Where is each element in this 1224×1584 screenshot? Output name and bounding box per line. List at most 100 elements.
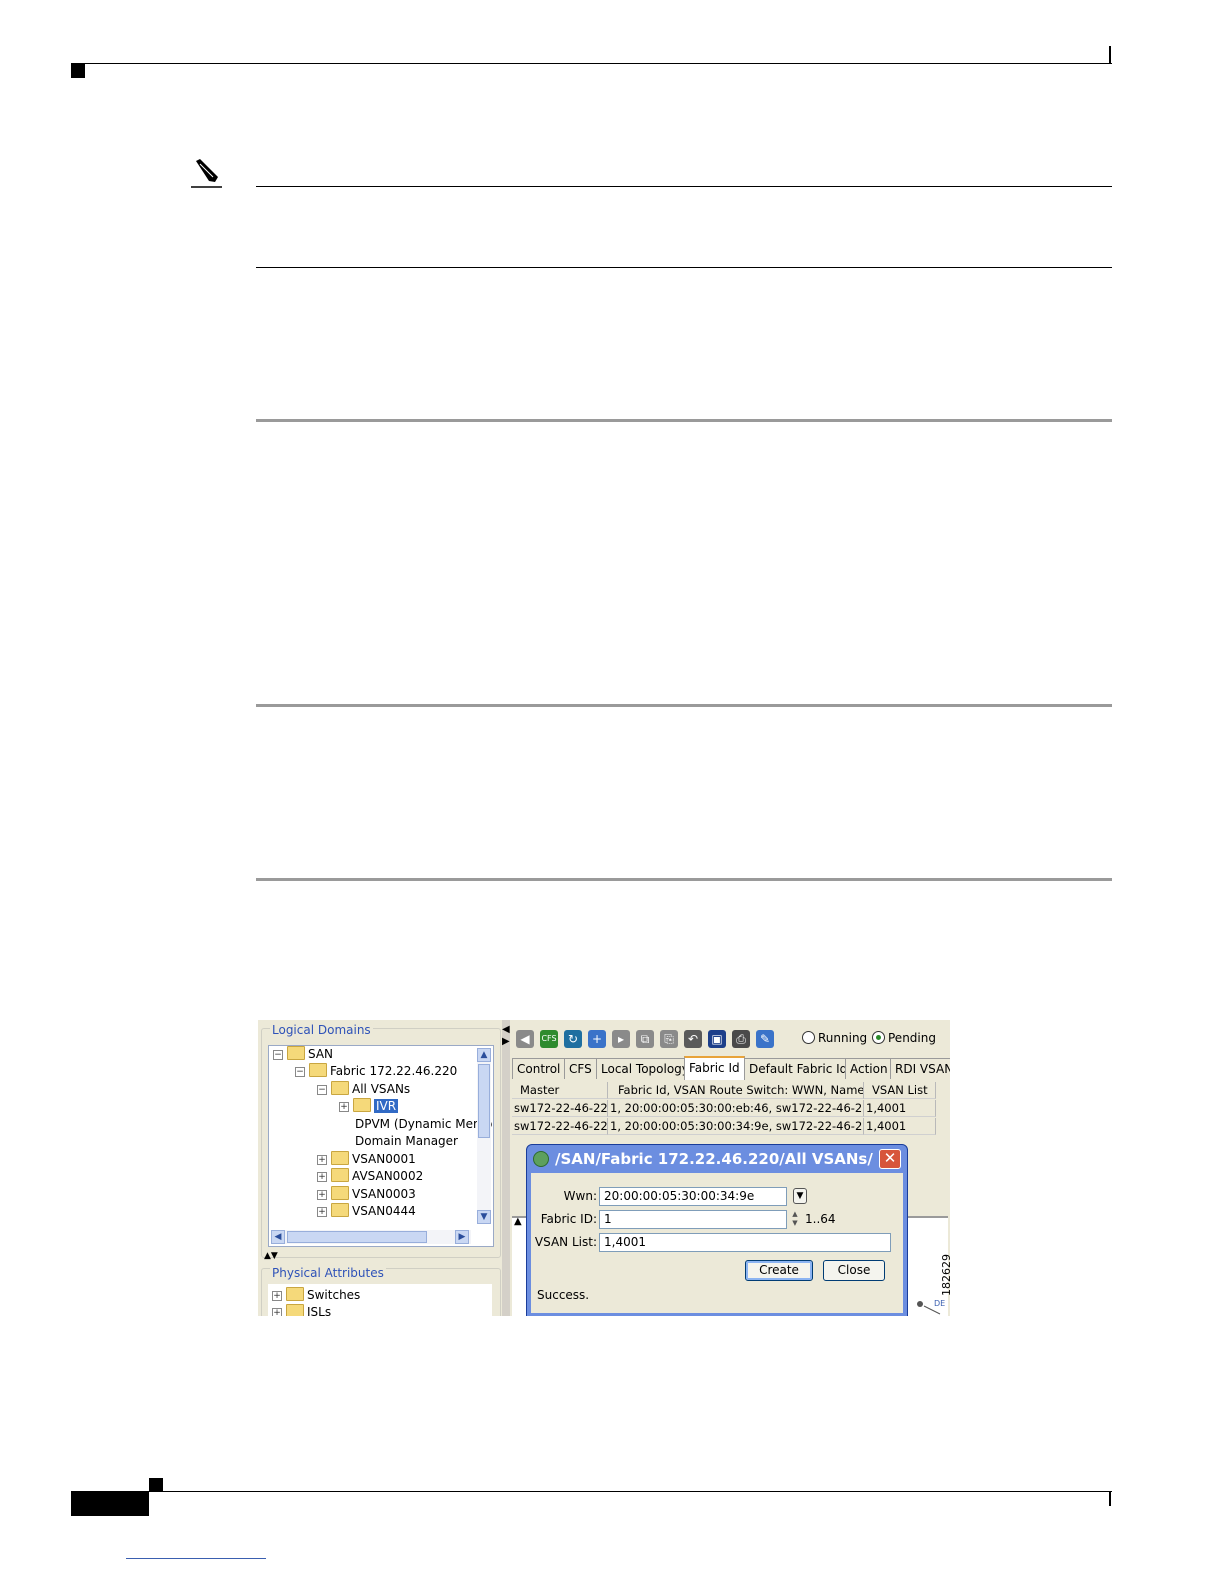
- tree-item-ivr[interactable]: + IVR: [339, 1098, 399, 1115]
- close-icon[interactable]: ✕: [879, 1149, 901, 1169]
- undo-icon[interactable]: ↶: [684, 1030, 702, 1048]
- tree-item-label: VSAN0444: [352, 1204, 416, 1218]
- section-rule-3: [256, 878, 1112, 881]
- refresh-icon[interactable]: ↻: [564, 1030, 582, 1048]
- tab-local-topology[interactable]: Local Topology: [596, 1058, 694, 1079]
- footer-corner-block: [149, 1478, 163, 1492]
- delete-row-icon[interactable]: ▸: [612, 1030, 630, 1048]
- tree-item-domain-manager[interactable]: Domain Manager: [355, 1133, 458, 1150]
- collapse-icon[interactable]: −: [295, 1067, 305, 1077]
- scroll-down-icon[interactable]: ▼: [477, 1210, 491, 1224]
- table-cell[interactable]: 1,4001: [864, 1100, 936, 1117]
- folder-icon: [331, 1151, 349, 1165]
- scroll-left-icon[interactable]: ◀: [271, 1230, 285, 1244]
- running-radio-icon[interactable]: [802, 1031, 815, 1044]
- tree-item-vsan0003[interactable]: + VSAN0003: [317, 1186, 416, 1203]
- tree-item-label: All VSANs: [352, 1082, 411, 1096]
- scroll-thumb[interactable]: [478, 1064, 490, 1138]
- footer-right-tick: [1109, 1492, 1111, 1506]
- tree-item-switches[interactable]: + Switches: [272, 1287, 360, 1304]
- tree-item-san[interactable]: − SAN: [273, 1046, 333, 1063]
- dialog-title-bar[interactable]: /SAN/Fabric 172.22.46.220/All VSANs/IVR/…: [527, 1145, 907, 1173]
- tree-item-dpvm[interactable]: DPVM (Dynamic Memb: [355, 1116, 492, 1133]
- folder-icon: [286, 1304, 304, 1316]
- tree-vertical-scrollbar[interactable]: ▲ ▼: [477, 1048, 491, 1224]
- scroll-thumb[interactable]: [287, 1231, 427, 1243]
- close-button[interactable]: Close: [823, 1260, 885, 1281]
- table-header-vsan-list[interactable]: VSAN List: [864, 1082, 936, 1099]
- table-cell[interactable]: sw172-22-46-220: [512, 1118, 608, 1135]
- physical-tree[interactable]: + Switches + ISLs: [268, 1284, 492, 1316]
- print-icon[interactable]: ⎙: [732, 1030, 750, 1048]
- folder-icon: [309, 1063, 327, 1077]
- expand-icon[interactable]: +: [317, 1155, 327, 1165]
- running-radio[interactable]: Running: [802, 1031, 867, 1045]
- folder-icon: [287, 1046, 305, 1060]
- edit-icon[interactable]: ✎: [756, 1030, 774, 1048]
- expand-icon[interactable]: +: [317, 1172, 327, 1182]
- tab-control[interactable]: Control: [512, 1058, 566, 1079]
- save-icon[interactable]: ▣: [708, 1030, 726, 1048]
- lower-pane-up-arrow-icon[interactable]: ▲: [514, 1216, 522, 1227]
- tab-action[interactable]: Action: [845, 1058, 893, 1079]
- panel-splitter[interactable]: ◀ ▶: [502, 1020, 510, 1316]
- tree-item-fabric[interactable]: − Fabric 172.22.46.220: [295, 1063, 457, 1080]
- footer-link-underline[interactable]: [126, 1558, 266, 1559]
- table-cell[interactable]: sw172-22-46-220: [512, 1100, 608, 1117]
- tree-item-vsan0444[interactable]: + VSAN0444: [317, 1203, 416, 1220]
- folder-icon: [286, 1287, 304, 1301]
- logical-domains-tree[interactable]: − SAN − Fabric 172.22.46.220 − All VSANs + I…: [268, 1045, 494, 1247]
- network-device-icon: DE: [917, 1299, 945, 1315]
- scroll-up-icon[interactable]: ▲: [477, 1048, 491, 1062]
- copy-icon[interactable]: ⧉: [636, 1030, 654, 1048]
- header-corner-block: [71, 64, 85, 78]
- cfs-icon[interactable]: CFS: [540, 1030, 558, 1048]
- fabric-id-spinner-icon[interactable]: ▲ ▼: [789, 1210, 801, 1229]
- expand-icon[interactable]: +: [339, 1102, 349, 1112]
- paste-icon[interactable]: ⎘: [660, 1030, 678, 1048]
- expand-icon[interactable]: +: [317, 1190, 327, 1200]
- folder-icon: [331, 1186, 349, 1200]
- split-arrows-icon[interactable]: ▲▼: [264, 1252, 278, 1261]
- table-header-fabric-id[interactable]: Fabric Id, VSAN Route Switch: WWN, Name: [608, 1082, 864, 1099]
- header-right-tick: [1109, 46, 1111, 64]
- note-top-rule: [256, 186, 1112, 187]
- tree-item-label: Switches: [307, 1288, 361, 1302]
- expand-icon[interactable]: +: [272, 1308, 282, 1316]
- tree-item-isls[interactable]: + ISLs: [272, 1304, 331, 1316]
- apply-icon[interactable]: ◀: [516, 1030, 534, 1048]
- tree-item-label: SAN: [308, 1047, 334, 1061]
- fabric-id-range: 1..64: [805, 1212, 836, 1226]
- tab-cfs[interactable]: CFS: [564, 1058, 597, 1079]
- tab-default-fabric-id[interactable]: Default Fabric Id: [744, 1058, 853, 1079]
- wwn-field[interactable]: 20:00:00:05:30:00:34:9e: [599, 1187, 787, 1206]
- vsan-list-field[interactable]: 1,4001: [599, 1233, 891, 1252]
- splitter-arrow-icon[interactable]: ◀ ▶: [502, 1024, 510, 1048]
- vsan-list-label: VSAN List:: [534, 1235, 597, 1249]
- table-cell[interactable]: 1,4001: [864, 1118, 936, 1135]
- table-header-master[interactable]: Master: [512, 1082, 608, 1099]
- tree-item-vsan0001[interactable]: + VSAN0001: [317, 1151, 416, 1168]
- expand-icon[interactable]: +: [272, 1291, 282, 1301]
- tab-rdi-vsans[interactable]: RDI VSANs: [890, 1058, 950, 1079]
- table-cell[interactable]: 1, 20:00:00:05:30:00:eb:46, sw172-22-46-…: [608, 1100, 864, 1117]
- tree-horizontal-scrollbar[interactable]: ◀ ▶: [271, 1230, 471, 1244]
- create-row-icon[interactable]: +: [588, 1030, 606, 1048]
- tab-fabric-id[interactable]: Fabric Id: [684, 1056, 745, 1080]
- pending-radio[interactable]: Pending: [872, 1031, 936, 1045]
- tree-item-label: VSAN0001: [352, 1152, 416, 1166]
- scroll-right-icon[interactable]: ▶: [455, 1230, 469, 1244]
- tree-item-avsan0002[interactable]: + AVSAN0002: [317, 1168, 423, 1185]
- wwn-dropdown-icon[interactable]: ▼: [793, 1188, 807, 1204]
- collapse-icon[interactable]: −: [273, 1050, 283, 1060]
- create-button[interactable]: Create: [745, 1260, 813, 1281]
- tree-item-label: VSAN0003: [352, 1187, 416, 1201]
- expand-icon[interactable]: +: [317, 1207, 327, 1217]
- folder-icon: [331, 1081, 349, 1095]
- pending-radio-icon[interactable]: [872, 1031, 885, 1044]
- collapse-icon[interactable]: −: [317, 1085, 327, 1095]
- fabric-id-field[interactable]: 1: [599, 1210, 787, 1229]
- folder-icon: [331, 1168, 349, 1182]
- table-cell[interactable]: 1, 20:00:00:05:30:00:34:9e, sw172-22-46-…: [608, 1118, 864, 1135]
- tree-item-all-vsans[interactable]: − All VSANs: [317, 1081, 410, 1098]
